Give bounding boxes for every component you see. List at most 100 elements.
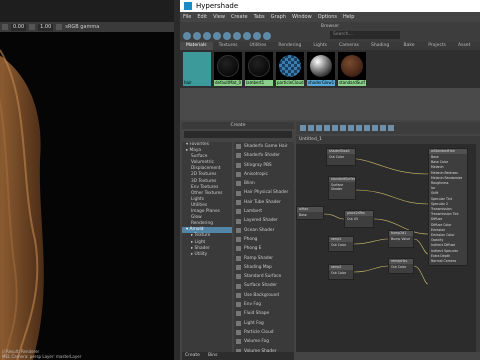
node-type-item[interactable]: Ocean Shader (234, 226, 294, 235)
swatch-label: hair (183, 80, 211, 86)
tab-materials[interactable]: Materials (180, 42, 213, 50)
material-swatch[interactable]: defaultMat_0 (214, 52, 242, 86)
graph-tool-icon[interactable] (372, 125, 378, 131)
material-swatch[interactable]: particleCloud1 (276, 52, 304, 86)
node-type-item[interactable]: Surface Shader (234, 281, 294, 290)
graph-node[interactable]: standardSurface Surface Shader (328, 176, 356, 200)
node-type-item[interactable]: Volume Fog (234, 337, 294, 346)
menu-item[interactable]: Options (318, 14, 337, 20)
node-type-item[interactable]: Standard Surface (234, 272, 294, 281)
tab-utilities[interactable]: Utilities (243, 42, 272, 50)
toolbar-icon[interactable] (233, 32, 241, 40)
graph-node[interactable]: ramp2 Out Color (328, 264, 354, 280)
graph-node[interactable]: ramp1 Out Color (328, 236, 354, 252)
node-type-item[interactable]: Env Fog (234, 300, 294, 309)
toolbar-icon[interactable] (243, 32, 251, 40)
graph-node[interactable]: remapHsv Out Color (388, 258, 414, 274)
tab-textures[interactable]: Textures (213, 42, 244, 50)
material-swatch[interactable]: hair (183, 52, 211, 86)
viewport-tool-icon[interactable] (56, 24, 63, 30)
browser-search-input[interactable]: Search... (330, 31, 400, 39)
viewport-field-2[interactable]: 1.00 (38, 23, 54, 31)
tab-lights[interactable]: Lights (307, 42, 333, 50)
node-type-item[interactable]: Anisotropic (234, 170, 294, 179)
graph-tool-icon[interactable] (324, 125, 330, 131)
toolbar-icon[interactable] (223, 32, 231, 40)
node-attribute[interactable]: Normal Camera (431, 259, 465, 264)
node-type-item[interactable]: Hair Physical Shader (234, 188, 294, 197)
graph-node-aistandardhair[interactable]: aiStandardHair Base Base Color Melanin Melan… (428, 148, 468, 266)
toolbar-icon[interactable] (263, 32, 271, 40)
menu-item[interactable]: Tabs (254, 14, 265, 20)
graph-node[interactable]: shaderGlow1 Out Color (326, 148, 356, 166)
node-type-item[interactable]: Shaderfx Game Hair (234, 142, 294, 151)
tab-cameras[interactable]: Cameras (333, 42, 365, 50)
tab-shading-groups[interactable]: Shading Groups (365, 42, 398, 56)
graph-node[interactable]: place2dTex Out UV (344, 210, 374, 228)
node-type-item[interactable]: Stingray PBS (234, 161, 294, 170)
title-bar[interactable]: Hypershade (180, 0, 480, 12)
graph-node[interactable]: bump2d1 Bump Value (388, 230, 414, 248)
tab-bins[interactable]: Bins (208, 352, 218, 360)
viewport-tool-icon[interactable] (29, 24, 36, 30)
graph-tool-icon[interactable] (300, 125, 306, 131)
toolbar-icon[interactable] (253, 32, 261, 40)
menu-item[interactable]: Create (231, 14, 248, 20)
graph-tool-icon[interactable] (332, 125, 338, 131)
graph-tool-icon[interactable] (356, 125, 362, 131)
toolbar-icon[interactable] (213, 32, 221, 40)
graph-tool-icon[interactable] (380, 125, 386, 131)
graph-tool-icon[interactable] (388, 125, 394, 131)
graph-tool-icon[interactable] (308, 125, 314, 131)
node-type-icon (236, 255, 241, 261)
graph-tool-icon[interactable] (348, 125, 354, 131)
category-item[interactable]: ▸ Utility (182, 252, 232, 258)
node-type-item[interactable]: Lambert (234, 207, 294, 216)
node-type-item[interactable]: Shaderfx Shader (234, 151, 294, 160)
node-graph[interactable]: shaderGlow1 Out Color standardSurface Surf… (296, 144, 480, 352)
node-type-item[interactable]: Layered Shader (234, 216, 294, 225)
tab-bake-sets[interactable]: Bake Sets (398, 42, 423, 56)
node-type-item[interactable]: Use Background (234, 291, 294, 300)
menu-item[interactable]: Graph (271, 14, 286, 20)
node-type-item[interactable]: Phong E (234, 244, 294, 253)
node-type-item[interactable]: Fluid Shape (234, 309, 294, 318)
create-search-input[interactable] (184, 131, 292, 138)
viewport[interactable]: 0.00 1.00 sRGB gamma // Result: Renderer… (0, 0, 174, 360)
material-swatch[interactable]: standardSurf (338, 52, 366, 86)
material-swatch[interactable]: shaderGlow1 (307, 52, 335, 86)
graph-tool-icon[interactable] (364, 125, 370, 131)
toolbar-icon[interactable] (203, 32, 211, 40)
tab-asset-nodes[interactable]: Asset Nodes (452, 42, 480, 56)
menu-item[interactable]: View (213, 14, 225, 20)
graph-tool-icon[interactable] (316, 125, 322, 131)
graph-tool-icon[interactable] (340, 125, 346, 131)
node-type-icon (236, 302, 241, 308)
node-type-item[interactable]: Hair Tube Shader (234, 198, 294, 207)
viewport-field-1[interactable]: 0.00 (11, 23, 27, 31)
node-type-label: Surface Shader (244, 283, 277, 289)
tab-projects[interactable]: Projects (422, 42, 452, 50)
node-type-item[interactable]: Light Fog (234, 319, 294, 328)
node-type-item[interactable]: Shading Map (234, 263, 294, 272)
colorspace-label[interactable]: sRGB gamma (65, 24, 99, 30)
menu-item[interactable]: Edit (197, 14, 207, 20)
node-type-item[interactable]: Particle Cloud (234, 328, 294, 337)
node-type-item[interactable]: Ramp Shader (234, 254, 294, 263)
graph-tab[interactable]: Untitled_1 (296, 136, 480, 144)
menu-item[interactable]: File (183, 14, 191, 20)
toolbar-icon[interactable] (193, 32, 201, 40)
toolbar-icon[interactable] (183, 32, 191, 40)
viewport-tool-icon[interactable] (2, 24, 8, 30)
node-type-label: Shaderfx Game Hair (244, 144, 288, 149)
node-type-item[interactable]: Blinn (234, 179, 294, 188)
material-swatch[interactable]: lambert1 (245, 52, 273, 86)
node-type-icon (236, 320, 241, 326)
tab-create[interactable]: Create (185, 352, 200, 360)
tab-rendering[interactable]: Rendering (272, 42, 307, 50)
graph-node[interactable]: aiHair Base (296, 206, 324, 220)
menu-item[interactable]: Help (343, 14, 354, 20)
menu-item[interactable]: Window (292, 14, 312, 20)
node-type-icon (236, 190, 241, 196)
node-type-item[interactable]: Phong (234, 235, 294, 244)
